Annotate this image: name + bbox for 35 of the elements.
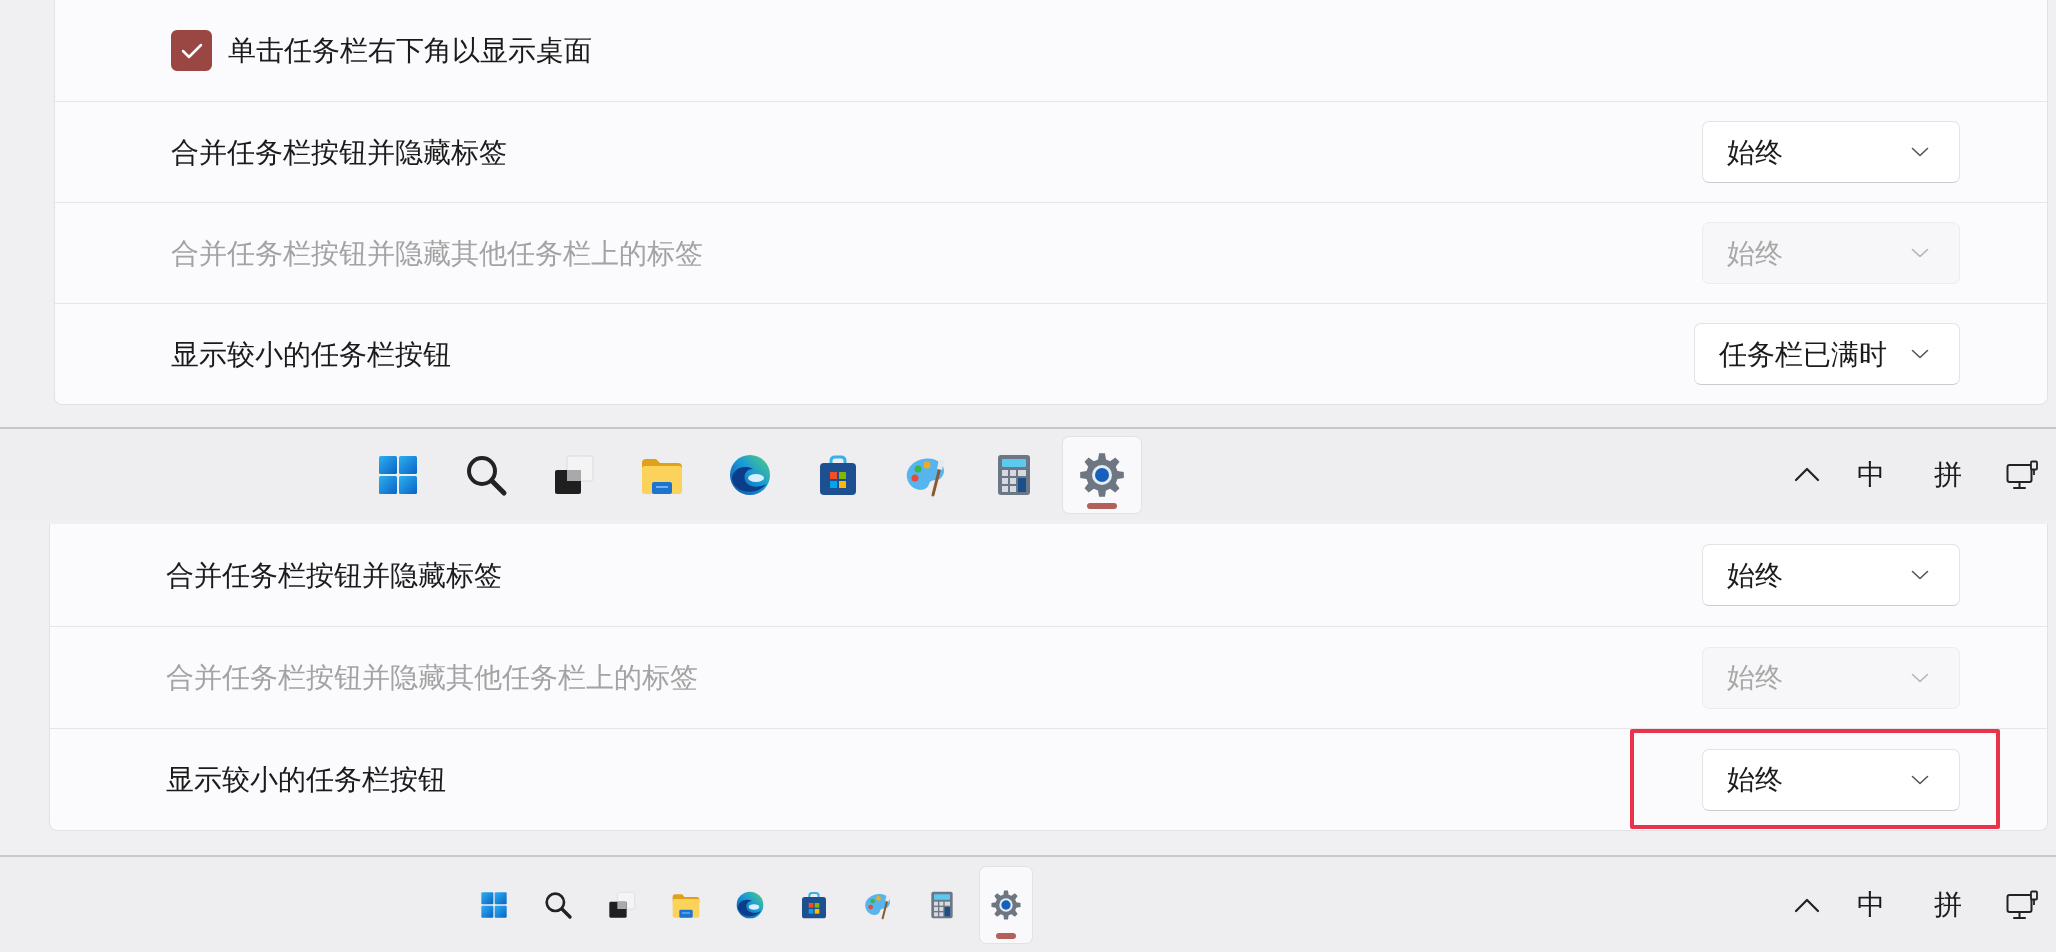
- input-indicator[interactable]: 拼: [1934, 891, 1962, 919]
- setting-label: 合并任务栏按钮并隐藏标签: [166, 557, 502, 593]
- setting-label: 显示较小的任务栏按钮: [171, 336, 451, 372]
- four-panes-icon: [478, 889, 510, 921]
- dropdown[interactable]: 始终: [1702, 121, 1960, 183]
- chevron-up-icon[interactable]: [1794, 897, 1820, 913]
- dropdown[interactable]: 始终: [1702, 544, 1960, 606]
- active-indicator-icon: [1087, 502, 1117, 509]
- setting-label: 显示较小的任务栏按钮: [166, 762, 446, 797]
- setting-label: 合并任务栏按钮并隐藏标签: [171, 134, 507, 170]
- settings-icon: [990, 889, 1022, 921]
- checkbox[interactable]: [171, 30, 212, 71]
- dropdown[interactable]: 始终: [1702, 748, 1960, 811]
- search-icon: [542, 889, 574, 921]
- chevron-down-icon: [1911, 349, 1929, 359]
- chevron-down-icon: [1911, 774, 1929, 785]
- chevron-down-icon: [1911, 147, 1929, 157]
- input-indicator[interactable]: 中: [1857, 891, 1885, 919]
- wave-circle-icon: [734, 889, 766, 921]
- settings-icon: [1078, 450, 1126, 499]
- input-indicator[interactable]: 中: [1857, 460, 1885, 489]
- monitor-icon[interactable]: [2006, 890, 2040, 920]
- chevron-down-icon: [1911, 248, 1929, 258]
- chevron-up-icon[interactable]: [1794, 467, 1820, 482]
- setting-label: 单击任务栏右下角以显示桌面: [228, 33, 592, 68]
- chevron-down-icon: [1911, 672, 1929, 683]
- chevron-down-icon: [1911, 570, 1929, 580]
- overlapping-squares-icon: [606, 889, 638, 921]
- monitor-icon[interactable]: [2006, 459, 2040, 490]
- active-indicator-icon: [996, 933, 1016, 939]
- dropdown[interactable]: 任务栏已满时: [1694, 323, 1960, 385]
- setting-label: 合并任务栏按钮并隐藏其他任务栏上的标签: [171, 235, 703, 271]
- setting-label: 合并任务栏按钮并隐藏其他任务栏上的标签: [166, 660, 698, 695]
- input-indicator[interactable]: 拼: [1934, 460, 1962, 489]
- checkmark-icon: [180, 42, 203, 59]
